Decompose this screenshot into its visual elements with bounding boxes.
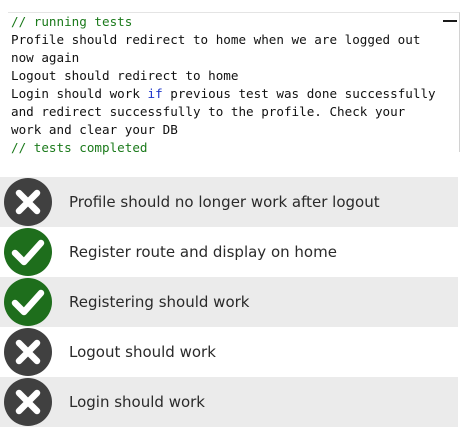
console-keyword: if: [147, 86, 163, 101]
console-line: Login should work if previous test was d…: [11, 85, 441, 139]
test-result-label: Login should work: [69, 393, 205, 411]
test-result-label: Registering should work: [69, 293, 250, 311]
x-icon: [4, 378, 52, 426]
test-result-row: Register route and display on home: [0, 227, 458, 277]
test-results-list: Profile should no longer work after logo…: [0, 177, 458, 427]
test-result-row: Logout should work: [0, 327, 458, 377]
console-text: Logout should redirect to home: [11, 68, 239, 83]
x-icon: [4, 178, 52, 226]
minimize-icon[interactable]: [443, 20, 457, 22]
test-result-row: Login should work: [0, 377, 458, 427]
test-result-row: Profile should no longer work after logo…: [0, 177, 458, 227]
console-line: Profile should redirect to home when we …: [11, 31, 441, 67]
console-comment: // tests completed: [11, 140, 148, 155]
console-lines: // running tests Profile should redirect …: [11, 13, 441, 157]
checkmark-icon: [4, 278, 52, 326]
console-text: Login should work: [11, 86, 148, 101]
console-output: // running tests Profile should redirect …: [8, 12, 460, 155]
x-icon: [4, 328, 52, 376]
console-line: // running tests: [11, 13, 441, 31]
test-result-label: Logout should work: [69, 343, 216, 361]
console-line: // tests completed: [11, 139, 441, 157]
console-text: Profile should redirect to home when we …: [11, 32, 429, 65]
test-result-label: Profile should no longer work after logo…: [69, 193, 380, 211]
test-result-row: Registering should work: [0, 277, 458, 327]
checkmark-icon: [4, 228, 52, 276]
console-line: Logout should redirect to home: [11, 67, 441, 85]
console-comment: // running tests: [11, 14, 133, 29]
test-result-label: Register route and display on home: [69, 243, 337, 261]
